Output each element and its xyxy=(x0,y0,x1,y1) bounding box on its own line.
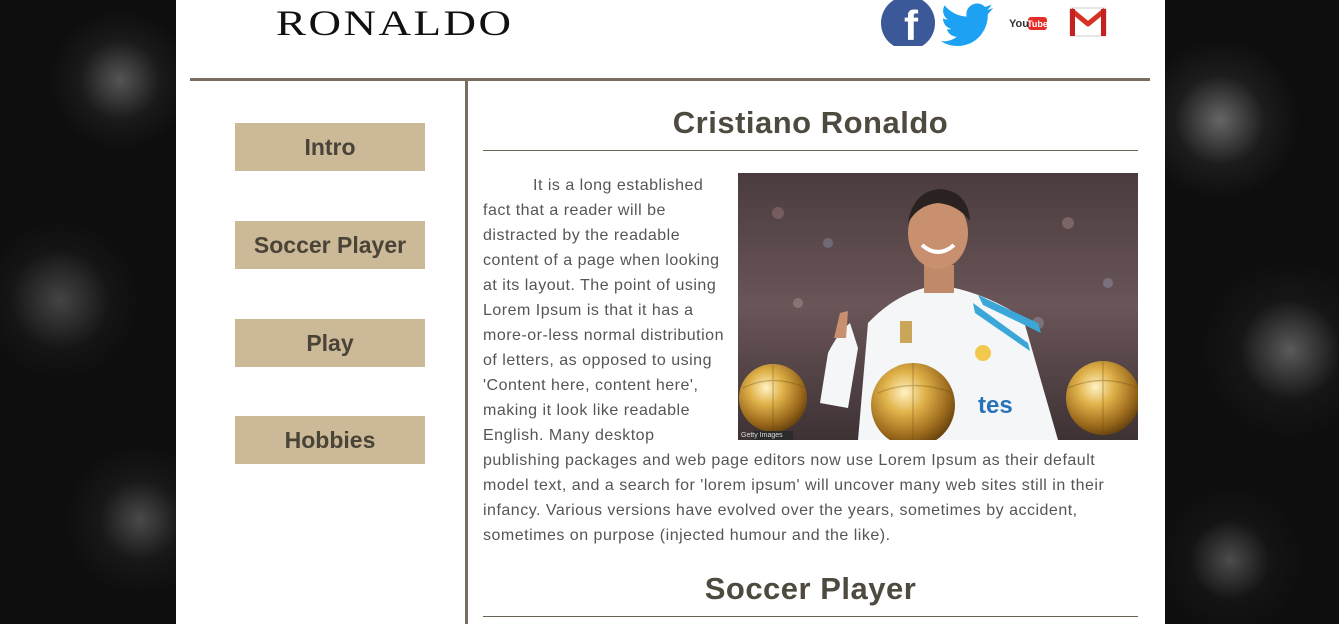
gmail-icon xyxy=(1069,7,1107,37)
sidebar-nav: Intro Soccer Player Play Hobbies xyxy=(190,81,465,624)
svg-text:tes: tes xyxy=(978,392,1013,419)
facebook-glyph: f xyxy=(904,2,919,46)
youtube-you-text: You xyxy=(1009,18,1029,30)
soccer-player-heading-rule xyxy=(483,616,1138,617)
facebook-icon: f xyxy=(881,0,935,46)
twitter-link[interactable] xyxy=(940,0,998,46)
nav-hobbies-button[interactable]: Hobbies xyxy=(235,416,425,464)
intro-heading-rule xyxy=(483,150,1138,151)
nav-play-button[interactable]: Play xyxy=(235,319,425,367)
facebook-link[interactable]: f xyxy=(879,0,937,46)
soccer-player-heading: Soccer Player xyxy=(704,571,917,606)
site-logo[interactable]: RONALDO xyxy=(276,2,514,44)
nav-soccer-player-button[interactable]: Soccer Player xyxy=(235,221,425,269)
ronaldo-photo: tes Getty Images xyxy=(738,173,1138,440)
youtube-link[interactable]: You Tube xyxy=(1004,0,1052,46)
main-content: Cristiano Ronaldo It is a long establish… xyxy=(483,81,1138,624)
twitter-icon xyxy=(941,3,993,46)
header: RONALDO f You Tube xyxy=(176,0,1165,78)
youtube-icon: You Tube xyxy=(1009,17,1048,30)
gmail-link[interactable] xyxy=(1064,0,1112,46)
nav-intro-button[interactable]: Intro xyxy=(235,123,425,171)
photo-credit: Getty Images xyxy=(741,432,783,439)
page-container: RONALDO f You Tube Intro Soccer Player P… xyxy=(176,0,1165,624)
intro-heading: Cristiano Ronaldo xyxy=(672,105,949,140)
youtube-tube-text: Tube xyxy=(1027,19,1048,29)
sidebar-divider xyxy=(465,81,468,624)
